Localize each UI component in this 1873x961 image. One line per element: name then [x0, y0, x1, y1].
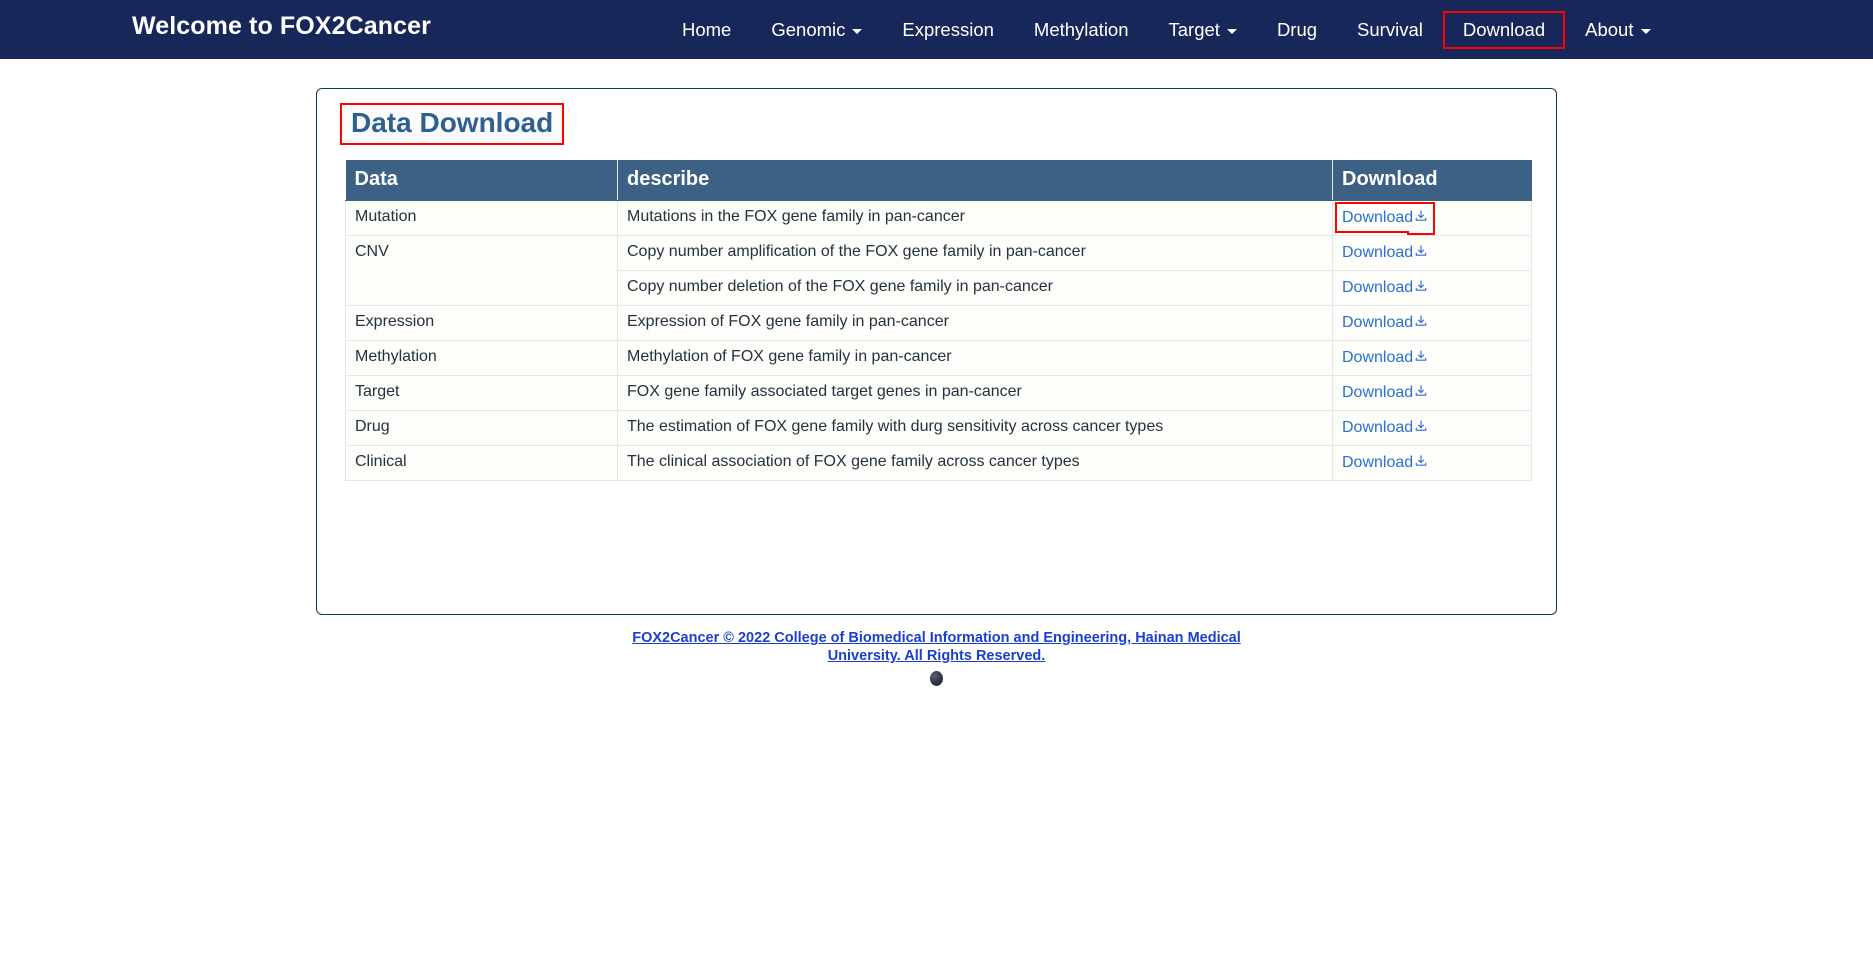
- download-link-label: Download: [1342, 209, 1414, 226]
- table-header-row: Data describe Download: [345, 160, 1532, 201]
- download-link-label: Download: [1342, 349, 1414, 366]
- cell-download: Download: [1332, 200, 1532, 236]
- nav-item-label: Target: [1168, 18, 1220, 40]
- download-icon: [1414, 349, 1428, 368]
- nav-item-genomic[interactable]: Genomic: [751, 11, 882, 49]
- cell-download: Download: [1332, 410, 1532, 446]
- cell-describe: Copy number amplification of the FOX gen…: [617, 235, 1333, 271]
- table-body: Mutation Mutations in the FOX gene family…: [345, 200, 1532, 481]
- table-row: Drug The estimation of FOX gene family wi…: [345, 410, 1532, 446]
- cell-download: Download: [1332, 445, 1532, 481]
- page-title: Data Download: [340, 103, 565, 145]
- cell-data: Target: [345, 375, 618, 411]
- table-row: Clinical The clinical association of FOX …: [345, 445, 1532, 481]
- cell-data: Mutation: [345, 200, 618, 236]
- download-icon: [1414, 314, 1428, 333]
- download-link-label: Download: [1342, 454, 1414, 471]
- site-brand[interactable]: Welcome to FOX2Cancer: [132, 12, 431, 41]
- cell-data: Methylation: [345, 340, 618, 376]
- nav-item-methylation[interactable]: Methylation: [1014, 11, 1149, 49]
- download-link-label: Download: [1342, 384, 1414, 401]
- nav-links: Home Genomic Expression Methylation Target Dr…: [662, 0, 1671, 59]
- nav-item-expression[interactable]: Expression: [882, 11, 1014, 49]
- cell-download: Download: [1332, 340, 1532, 376]
- table-head: Data describe Download: [345, 160, 1532, 201]
- column-header-describe: describe: [617, 160, 1333, 201]
- download-icon: [1414, 454, 1428, 473]
- column-header-data: Data: [345, 160, 618, 201]
- chevron-down-icon: [1226, 29, 1237, 34]
- download-link[interactable]: Download: [1342, 244, 1428, 261]
- nav-item-about[interactable]: About: [1565, 11, 1670, 49]
- cell-data: Drug: [345, 410, 618, 446]
- download-icon: [1414, 419, 1428, 438]
- download-link-label: Download: [1342, 244, 1414, 261]
- cell-describe: Expression of FOX gene family in pan-can…: [617, 305, 1333, 341]
- table-row: Mutation Mutations in the FOX gene family…: [345, 200, 1532, 236]
- download-icon: [1414, 384, 1428, 403]
- nav-item-survival[interactable]: Survival: [1337, 11, 1443, 49]
- table-row: Methylation Methylation of FOX gene famil…: [345, 340, 1532, 376]
- download-link[interactable]: Download: [1342, 279, 1428, 296]
- chevron-down-icon: [852, 29, 863, 34]
- table-row: Target FOX gene family associated target …: [345, 375, 1532, 411]
- nav-item-label: Expression: [902, 18, 994, 40]
- nav-item-home[interactable]: Home: [662, 11, 751, 49]
- cell-download: Download: [1332, 270, 1532, 306]
- table-row: CNV Copy number amplification of the FOX …: [345, 235, 1532, 306]
- cell-data: CNV: [345, 235, 618, 306]
- column-header-download: Download: [1332, 160, 1532, 201]
- cell-describe: Mutations in the FOX gene family in pan-…: [617, 200, 1333, 236]
- download-icon: [1414, 244, 1428, 263]
- data-download-table-container: Data describe Download Mutation Mutations…: [345, 160, 1532, 481]
- cell-describe: FOX gene family associated target genes …: [617, 375, 1333, 411]
- nav-item-label: Download: [1462, 18, 1546, 40]
- top-navbar: Welcome to FOX2Cancer Home Genomic Express…: [0, 0, 1873, 59]
- footer-copyright-link[interactable]: FOX2Cancer © 2022 College of Biomedical …: [607, 630, 1267, 666]
- cell-describe: The clinical association of FOX gene fam…: [617, 445, 1333, 481]
- nav-item-label: About: [1585, 18, 1634, 40]
- cell-download: Download: [1332, 235, 1532, 271]
- content-card: Data Download Data describe Download Mut…: [316, 88, 1557, 615]
- nav-item-target[interactable]: Target: [1149, 11, 1257, 49]
- cell-download: Download: [1332, 305, 1532, 341]
- nav-item-label: Methylation: [1033, 18, 1129, 40]
- nav-item-label: Home: [682, 18, 732, 40]
- download-link[interactable]: Download: [1342, 314, 1428, 331]
- cell-download: Download: [1332, 375, 1532, 411]
- nav-item-label: Drug: [1276, 18, 1318, 40]
- page-title-container: Data Download: [340, 103, 565, 145]
- download-link[interactable]: Download: [1342, 419, 1428, 436]
- table-row: Expression Expression of FOX gene family …: [345, 305, 1532, 341]
- cell-describe: Methylation of FOX gene family in pan-ca…: [617, 340, 1333, 376]
- download-link-label: Download: [1342, 279, 1414, 296]
- download-link[interactable]: Download: [1342, 349, 1428, 366]
- data-download-table: Data describe Download Mutation Mutations…: [345, 160, 1532, 481]
- chevron-down-icon: [1640, 29, 1651, 34]
- nav-item-download[interactable]: Download: [1442, 10, 1566, 49]
- cell-data: Expression: [345, 305, 618, 341]
- download-link[interactable]: Download: [1342, 454, 1428, 471]
- download-link[interactable]: Download: [1342, 384, 1428, 401]
- cell-describe: The estimation of FOX gene family with d…: [617, 410, 1333, 446]
- page-footer: FOX2Cancer © 2022 College of Biomedical …: [0, 630, 1873, 686]
- nav-item-label: Survival: [1357, 18, 1423, 40]
- nav-item-drug[interactable]: Drug: [1257, 11, 1337, 49]
- download-link-label: Download: [1342, 419, 1414, 436]
- cell-data: Clinical: [345, 445, 618, 481]
- download-link[interactable]: Download: [1334, 202, 1436, 233]
- download-link-label: Download: [1342, 314, 1414, 331]
- nav-item-label: Genomic: [771, 18, 846, 40]
- sphere-icon: [930, 670, 943, 686]
- download-icon: [1414, 279, 1428, 298]
- cell-describe: Copy number deletion of the FOX gene fam…: [617, 270, 1333, 306]
- download-icon: [1414, 209, 1428, 228]
